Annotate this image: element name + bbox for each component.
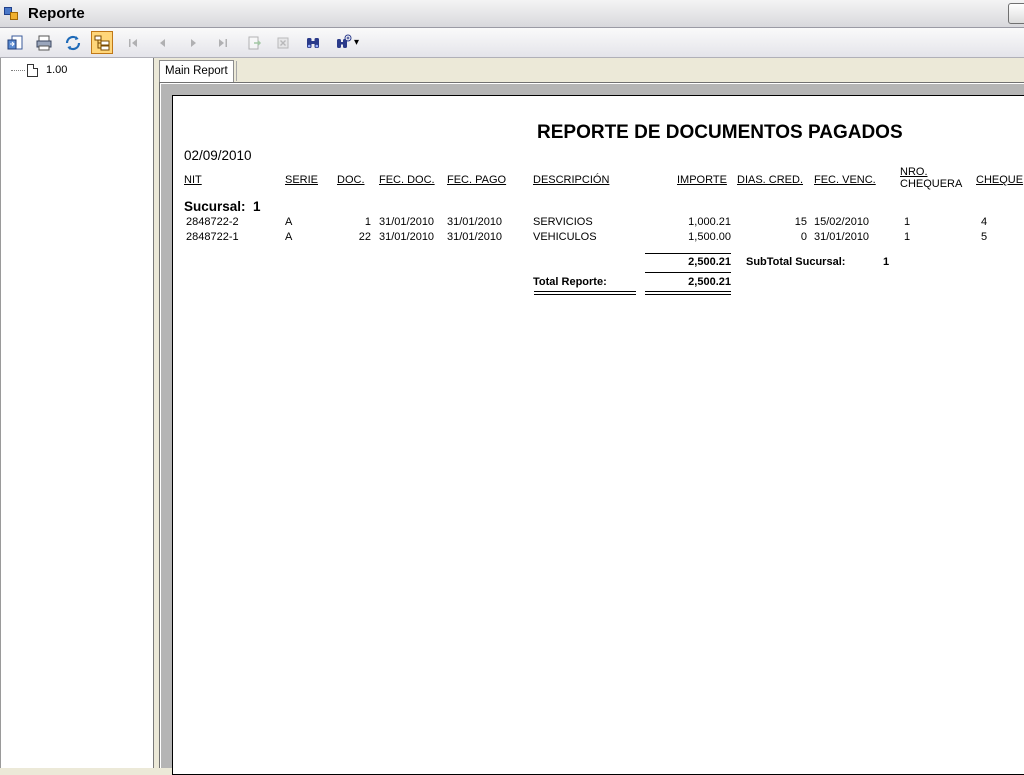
cell-importe: 1,500.00 [688, 231, 731, 243]
header-descripcion: DESCRIPCIÓN [533, 174, 610, 186]
cell-doc: 22 [358, 231, 371, 243]
cell-fec-pago: 31/01/2010 [447, 216, 503, 228]
page-icon [27, 63, 38, 77]
header-chequera: CHEQUERA [900, 178, 963, 190]
cell-nro-chequera: 1 [904, 231, 911, 243]
header-fec-doc: FEC. DOC. [379, 174, 435, 186]
tree-connector [11, 69, 25, 71]
header-importe: IMPORTE [677, 174, 727, 186]
tab-main-report[interactable]: Main Report [159, 60, 234, 82]
subtotal-label: SubTotal Sucursal: [746, 256, 846, 268]
header-fec-pago: FEC. PAGO [447, 174, 507, 186]
header-dias-cred: DIAS. CRED. [737, 174, 804, 186]
cell-fec-venc: 15/02/2010 [814, 216, 870, 228]
tab-separator [236, 61, 237, 81]
total-value-rule-2 [645, 294, 731, 295]
cell-nit: 2848722-1 [186, 231, 239, 243]
cell-serie: A [285, 216, 293, 228]
header-serie: SERIE [285, 174, 319, 186]
subtotal-rule [645, 253, 731, 254]
previous-page-icon[interactable] [151, 31, 173, 54]
next-page-icon[interactable] [182, 31, 204, 54]
cell-fec-doc: 31/01/2010 [379, 231, 435, 243]
first-page-icon[interactable] [122, 31, 144, 54]
tree-node-label[interactable]: 1.00 [46, 64, 67, 76]
cell-fec-venc: 31/01/2010 [814, 231, 870, 243]
cell-descripcion: VEHICULOS [533, 231, 597, 243]
refresh-icon[interactable] [62, 31, 84, 54]
cell-nit: 2848722-2 [186, 216, 239, 228]
cell-serie: A [285, 231, 293, 243]
cell-fec-pago: 31/01/2010 [447, 231, 503, 243]
export-icon[interactable] [4, 31, 26, 54]
header-fec-venc: FEC. VENC. [814, 174, 876, 186]
title-bar: Reporte [0, 0, 1024, 28]
report-viewer: REPORTE DE DOCUMENTOS PAGADOS 02/09/2010… [159, 82, 1024, 775]
report-page: REPORTE DE DOCUMENTOS PAGADOS 02/09/2010… [172, 95, 1024, 775]
total-label: Total Reporte: [533, 276, 607, 288]
cell-descripcion: SERVICIOS [533, 216, 593, 228]
app-icon [4, 7, 19, 21]
zoom-dropdown-arrow[interactable]: ▾ [354, 37, 359, 48]
group-tree-icon[interactable] [91, 31, 113, 54]
last-page-icon[interactable] [212, 31, 234, 54]
header-nro: NRO. [900, 166, 928, 178]
total-label-rule-2 [534, 294, 636, 295]
total-value: 2,500.21 [688, 276, 731, 288]
subtotal-group-value: 1 [883, 256, 890, 268]
total-value-rule-1 [645, 291, 731, 292]
tree-node[interactable]: 1.00 [11, 62, 67, 78]
group-tree-panel: 1.00 [0, 58, 154, 768]
window-control-button[interactable] [1008, 3, 1024, 24]
go-to-page-icon[interactable] [243, 31, 265, 54]
cell-importe: 1,000.21 [688, 216, 731, 228]
group-value: 1 [253, 199, 261, 214]
header-doc: DOC. [337, 174, 365, 186]
group-label: Sucursal: 1 [184, 199, 261, 214]
group-label-text: Sucursal: [184, 199, 246, 214]
cell-cheque: 5 [981, 231, 988, 243]
total-top-rule [645, 272, 731, 273]
subtotal-value: 2,500.21 [688, 256, 731, 268]
report-title: REPORTE DE DOCUMENTOS PAGADOS [537, 122, 903, 143]
cell-cheque: 4 [981, 216, 988, 228]
total-label-rule-1 [534, 291, 636, 292]
cell-dias-cred: 15 [794, 216, 807, 228]
zoom-icon[interactable]: ▾ [332, 31, 362, 54]
cell-nro-chequera: 1 [904, 216, 911, 228]
cell-fec-doc: 31/01/2010 [379, 216, 435, 228]
print-icon[interactable] [33, 31, 55, 54]
header-nit: NIT [184, 174, 202, 186]
stop-icon[interactable] [272, 31, 294, 54]
report-date: 02/09/2010 [184, 148, 252, 163]
search-icon[interactable] [302, 31, 324, 54]
toolbar: ▾ [0, 28, 1024, 58]
cell-dias-cred: 0 [800, 231, 807, 243]
cell-doc: 1 [364, 216, 371, 228]
window-title: Reporte [28, 5, 85, 22]
tab-strip: Main Report [154, 58, 1024, 82]
header-cheque: CHEQUE [976, 174, 1024, 186]
